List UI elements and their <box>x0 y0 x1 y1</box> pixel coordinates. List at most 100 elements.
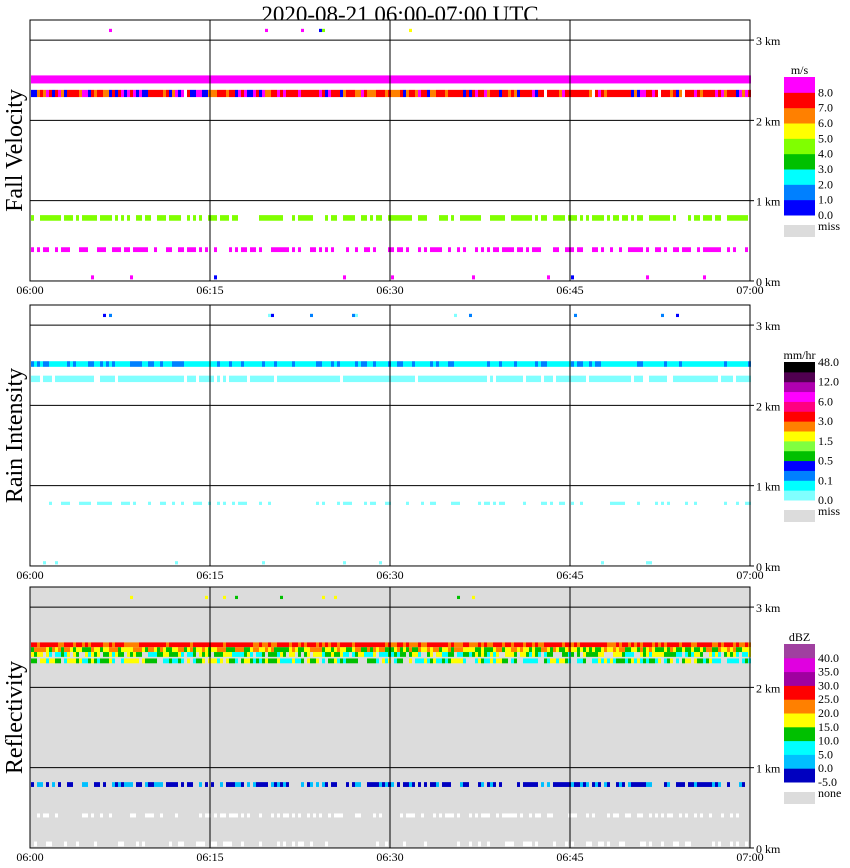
data-cell <box>745 75 748 84</box>
data-cell <box>88 501 91 505</box>
data-cell <box>523 501 526 505</box>
panel-reflectivity: 0 km1 km2 km3 km06:00 06:15 06:30 06:45 07:0… <box>2 586 841 864</box>
data-cell <box>628 642 631 648</box>
data-cell <box>550 658 553 664</box>
data-cell <box>94 652 97 657</box>
data-cell <box>436 247 439 253</box>
data-cell <box>643 89 646 98</box>
data-cell <box>172 75 175 84</box>
data-cell <box>616 89 619 98</box>
data-cell <box>124 782 127 787</box>
data-cell <box>694 813 697 818</box>
data-cell <box>220 813 223 818</box>
data-cell <box>91 361 94 367</box>
data-cell <box>190 75 193 84</box>
data-cell <box>400 658 403 664</box>
data-cell <box>34 375 37 383</box>
data-cell <box>289 75 292 84</box>
data-cell <box>742 642 745 648</box>
data-cell <box>181 247 184 253</box>
colorbar-missing-swatch <box>784 510 815 522</box>
data-cell <box>76 658 79 664</box>
data-cell <box>625 89 628 98</box>
colorbar-swatch <box>784 440 815 452</box>
data-cell <box>40 75 43 84</box>
data-cell <box>250 375 253 383</box>
data-cell <box>190 642 193 648</box>
data-cell <box>733 89 736 98</box>
data-cell <box>298 361 301 367</box>
data-cell <box>442 652 445 657</box>
data-cell <box>34 361 37 367</box>
data-cell <box>520 75 523 84</box>
data-cell <box>745 361 748 367</box>
data-cell <box>526 652 529 657</box>
data-cell <box>529 75 532 84</box>
data-cell <box>280 642 283 648</box>
data-cell <box>589 652 592 657</box>
data-cell <box>679 813 682 818</box>
data-cell <box>310 89 313 98</box>
data-cell <box>580 75 583 84</box>
data-cell <box>448 813 451 818</box>
data-cell <box>292 813 295 818</box>
data-cell <box>688 75 691 84</box>
data-cell <box>586 89 589 98</box>
colorbar-label: 6.0 <box>818 116 833 130</box>
data-cell <box>709 652 712 657</box>
data-cell <box>346 375 349 383</box>
data-cell <box>145 658 148 664</box>
data-cell <box>253 75 256 84</box>
data-cell <box>703 215 706 221</box>
data-cell <box>619 501 622 505</box>
data-cell <box>715 642 718 648</box>
data-cell <box>376 782 379 787</box>
data-cell <box>433 658 436 664</box>
data-cell <box>247 361 250 367</box>
data-cell <box>67 75 70 84</box>
data-cell <box>442 89 445 98</box>
data-cell <box>190 361 193 367</box>
data-cell <box>439 89 442 98</box>
data-cell <box>187 642 190 648</box>
data-cell <box>238 501 241 505</box>
data-cell <box>214 215 217 221</box>
data-cell <box>442 375 445 383</box>
data-cell <box>418 642 421 648</box>
data-cell <box>448 375 451 383</box>
data-cell <box>256 652 259 657</box>
data-cell <box>487 501 490 505</box>
data-cell <box>622 361 625 367</box>
data-cell <box>160 361 163 367</box>
data-cell <box>718 89 721 98</box>
data-cell <box>256 658 259 664</box>
data-cell <box>640 375 643 383</box>
data-cell <box>646 561 649 565</box>
data-cell <box>298 658 301 664</box>
data-cell <box>193 215 196 221</box>
data-cell <box>106 642 109 648</box>
colorbar-swatch <box>784 671 815 686</box>
data-cell <box>166 652 169 657</box>
data-cell <box>400 647 403 653</box>
data-cell <box>199 89 202 98</box>
data-cell <box>517 215 520 221</box>
data-cell <box>211 215 214 221</box>
data-cell <box>646 652 649 657</box>
data-cell <box>250 652 253 657</box>
data-cell <box>61 247 64 253</box>
data-cell <box>91 75 94 84</box>
data-cell <box>343 658 346 664</box>
data-cell <box>583 782 586 787</box>
data-cell <box>511 813 514 818</box>
data-cell <box>61 361 64 367</box>
data-cell <box>148 501 151 505</box>
data-cell <box>661 89 664 98</box>
data-cell <box>574 813 577 818</box>
data-cell <box>490 642 493 648</box>
data-cell <box>334 652 337 657</box>
data-cell <box>661 361 664 367</box>
data-cell <box>718 652 721 657</box>
data-cell <box>310 215 313 221</box>
data-cell <box>727 89 730 98</box>
